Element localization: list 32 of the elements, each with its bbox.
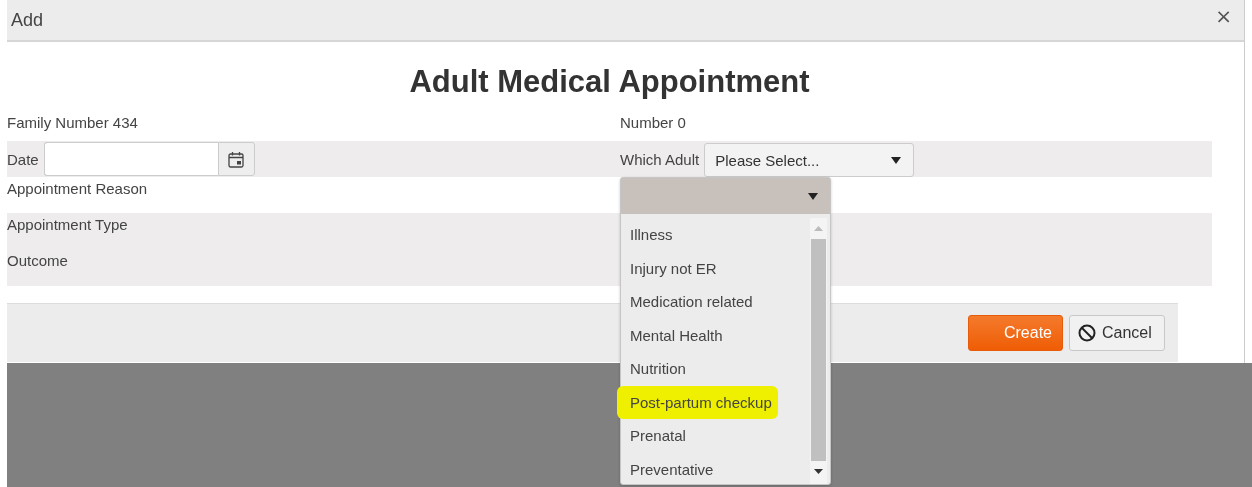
caret-icon [808, 192, 818, 200]
field-label: Appointment Type [7, 216, 128, 233]
field-label: Date [7, 150, 39, 168]
cancel-icon [1078, 324, 1096, 342]
dropdown-option[interactable]: Prenatal [621, 419, 686, 453]
field-label: Number 0 [620, 114, 686, 131]
field-label: Outcome [7, 252, 68, 269]
calendar-button[interactable] [217, 142, 255, 176]
cancel-button[interactable]: Cancel [1069, 315, 1165, 351]
dropdown-option[interactable]: Illness [621, 218, 673, 252]
caret-icon [891, 156, 902, 164]
date-field[interactable] [43, 142, 218, 176]
dropdown-option[interactable]: Injury not ER [621, 251, 717, 285]
select-field[interactable] [621, 178, 830, 214]
scrollbar[interactable] [810, 218, 827, 484]
calendar-icon [228, 150, 245, 168]
scrollbar-thumb[interactable] [811, 239, 826, 461]
field-label: Appointment Reason [7, 180, 148, 197]
dropdown-option[interactable]: Medication related [621, 285, 753, 319]
close-button[interactable]: × [1215, 4, 1232, 28]
window-title: Add [11, 9, 44, 31]
dropdown-option[interactable]: Preventative [621, 452, 714, 486]
select-value: Please Select... [715, 151, 820, 169]
scroll-up-icon [814, 226, 823, 231]
field-label: Which Adult [620, 150, 700, 168]
scroll-down-icon [814, 469, 823, 474]
dropdown-option[interactable]: Nutrition [621, 352, 686, 386]
form-heading: Adult Medical Appointment [408, 63, 811, 101]
select-field[interactable]: Please Select... [704, 143, 915, 177]
field-label: Family Number 434 [7, 114, 138, 131]
dropdown-option[interactable]: Mental Health [621, 318, 723, 352]
dropdown-option[interactable]: Post-partum checkup [617, 385, 778, 419]
